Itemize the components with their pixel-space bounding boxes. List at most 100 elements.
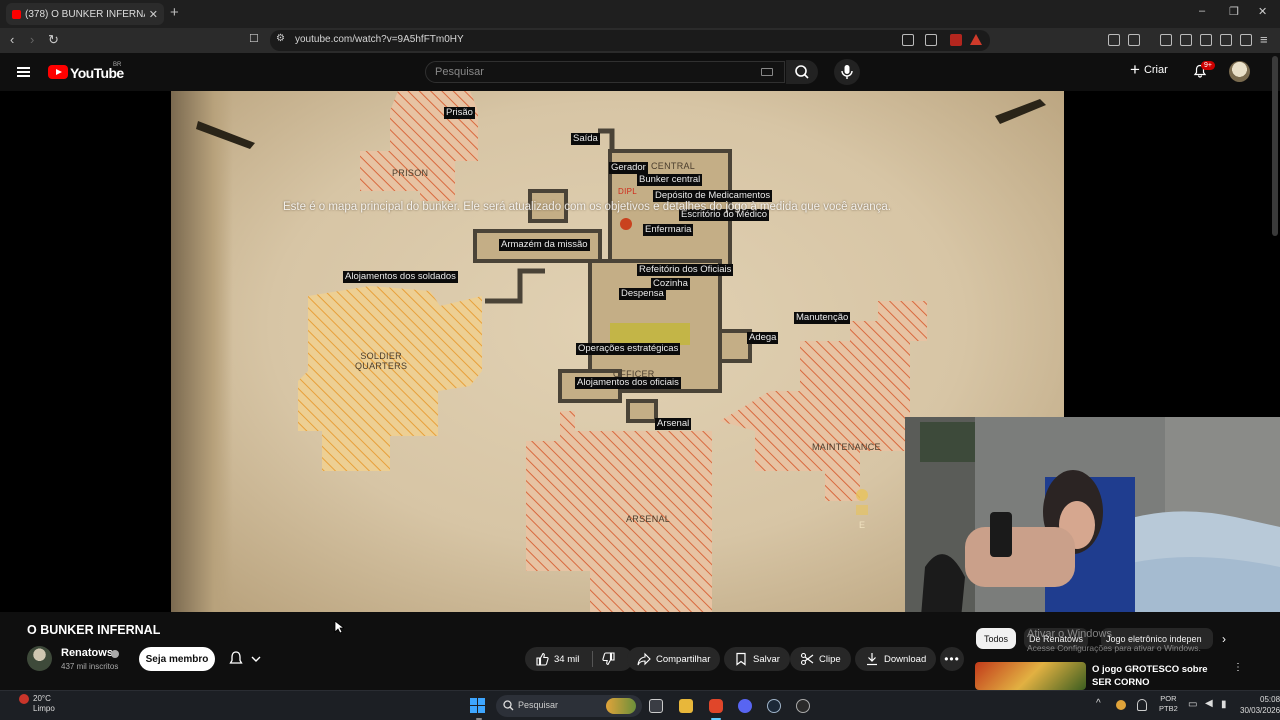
thumbs-down-icon[interactable] [602, 652, 616, 666]
map-label-armazem: Armazém da missão [499, 239, 590, 251]
file-explorer-icon[interactable] [679, 699, 693, 713]
url-text[interactable]: youtube.com/watch?v=9A5hfFTm0HY [295, 34, 464, 45]
map-label-manutencao: Manutenção [794, 312, 851, 324]
player-marker-icon [620, 218, 632, 230]
volume-icon[interactable]: ◀ [1205, 698, 1213, 709]
video-title: O BUNKER INFERNAL [27, 623, 161, 637]
clip-button[interactable]: Clipe [790, 647, 851, 671]
map-caption-prison: PRISON [392, 168, 429, 178]
window-close-icon[interactable]: ✕ [1258, 5, 1267, 18]
discord-icon[interactable] [738, 699, 752, 713]
browser-menu-icon[interactable]: ≡ [1260, 32, 1268, 47]
cast-icon[interactable] [902, 34, 914, 46]
windows-start-icon[interactable] [470, 698, 485, 713]
recommended-title[interactable]: O jogo GROTESCO sobre SER CORNO [1092, 663, 1227, 689]
wallet-icon[interactable] [1200, 34, 1212, 46]
new-tab-icon[interactable]: + [170, 4, 179, 21]
arsenal-zone [526, 411, 712, 612]
bookmark-icon[interactable]: ☐ [249, 32, 259, 45]
browser-tab[interactable]: (378) O BUNKER INFERNAL - ✕ [6, 3, 164, 25]
create-button[interactable]: + Criar [1130, 60, 1168, 79]
join-button[interactable]: Seja membro [139, 647, 215, 671]
hamburger-menu-icon[interactable] [17, 67, 30, 77]
brave-rewards-icon[interactable] [970, 34, 982, 45]
map-label-refeitorio: Refeitório dos Oficiais [637, 264, 734, 276]
language-indicator[interactable]: POR PTB2 [1159, 694, 1178, 714]
map-label-enfermaria: Enfermaria [643, 224, 694, 236]
map-caption-dipl: DIPL [618, 187, 637, 196]
youtube-header: YouTube BR Pesquisar + Criar 9+ [0, 53, 1280, 91]
download-button[interactable]: Download [855, 647, 937, 671]
page-scrollbar[interactable] [1272, 56, 1278, 236]
save-button[interactable]: Salvar [724, 647, 790, 671]
search-icon [795, 65, 809, 79]
channel-name[interactable]: Renatows [61, 647, 113, 659]
vpn-icon[interactable] [1240, 34, 1252, 46]
maximize-icon[interactable]: ❐ [1229, 5, 1239, 18]
brave-browser-icon[interactable] [709, 699, 723, 713]
windows-taskbar: 20°C Limpo Pesquisar ^ POR PTB2 ▭ ◀ ▮ 05… [0, 690, 1280, 720]
more-icon: ••• [944, 652, 960, 666]
mouse-cursor-icon [334, 620, 344, 634]
taskbar-search-icon [503, 700, 514, 711]
weather-alert-icon[interactable] [19, 694, 29, 704]
forward-icon[interactable]: › [30, 32, 34, 47]
battery-icon[interactable]: ▮ [1221, 699, 1227, 710]
task-view-icon[interactable] [649, 699, 663, 713]
share-label: Compartilhar [656, 653, 711, 665]
share-page-icon[interactable] [925, 34, 937, 46]
tray-app-icon[interactable] [1116, 700, 1126, 710]
channel-avatar[interactable] [27, 646, 52, 671]
windows-activation-subtext: Acesse Configurações para ativar o Windo… [1027, 643, 1201, 653]
chips-next-icon[interactable]: › [1222, 632, 1226, 646]
steam-icon[interactable] [767, 699, 781, 713]
tray-chevron-icon[interactable]: ^ [1096, 698, 1101, 709]
tray-mic-icon[interactable] [1137, 699, 1147, 711]
browser-tab-bar: (378) O BUNKER INFERNAL - ✕ + – ❐ ✕ [0, 0, 1280, 28]
minimize-icon[interactable]: – [1199, 5, 1205, 17]
extensions-icon[interactable] [1108, 34, 1120, 46]
download-label: Download [884, 653, 927, 665]
search-button[interactable] [786, 60, 818, 84]
screenshot-icon[interactable] [1128, 34, 1140, 46]
map-label-adega: Adega [747, 332, 779, 344]
weather-widget[interactable]: 20°C Limpo [33, 694, 55, 714]
plus-icon: + [1130, 60, 1140, 79]
recommended-thumbnail[interactable] [975, 662, 1086, 690]
like-divider [592, 651, 594, 667]
like-button[interactable]: 34 mil [525, 647, 633, 671]
taskbar-clock[interactable]: 05:08 30/03/2026 [1240, 694, 1280, 716]
language-top: POR [1160, 694, 1177, 703]
search-input[interactable]: Pesquisar [425, 61, 785, 83]
brave-shield-icon[interactable] [950, 34, 962, 46]
weather-desc: Limpo [33, 704, 55, 713]
close-tab-icon[interactable]: ✕ [149, 8, 158, 21]
map-caption-maintenance: MAINTENANCE [812, 442, 881, 452]
recommended-menu-icon[interactable]: ⋮ [1233, 662, 1243, 673]
address-bar[interactable]: ⚙ youtube.com/watch?v=9A5hfFTm0HY [270, 30, 990, 51]
site-info-icon[interactable]: ⚙ [276, 33, 285, 44]
keyboard-icon[interactable] [761, 68, 773, 76]
share-icon [637, 652, 651, 666]
obs-icon[interactable] [796, 699, 810, 713]
network-icon[interactable]: ▭ [1188, 699, 1197, 710]
more-actions-button[interactable]: ••• [940, 647, 964, 671]
user-avatar[interactable] [1229, 61, 1250, 82]
back-icon[interactable]: ‹ [10, 32, 14, 47]
video-player[interactable]: PRISON SOLDIER QUARTERS OFFICER MAINTENA… [0, 91, 1280, 612]
search-placeholder: Pesquisar [435, 66, 484, 78]
tab-title: (378) O BUNKER INFERNAL - [25, 8, 145, 20]
sidebar-toggle-icon[interactable] [1180, 34, 1192, 46]
verified-icon [111, 650, 119, 658]
map-label-gerador: Gerador [609, 162, 648, 174]
chip-all[interactable]: Todos [976, 628, 1017, 649]
youtube-logo-icon[interactable] [48, 65, 68, 79]
share-button[interactable]: Compartilhar [627, 647, 721, 671]
subscription-bell-button[interactable] [226, 650, 266, 668]
search-highlight-icon [606, 698, 636, 714]
taskbar-search[interactable]: Pesquisar [496, 695, 642, 717]
voice-search-button[interactable] [834, 59, 860, 85]
leo-icon[interactable] [1220, 34, 1232, 46]
media-icon[interactable] [1160, 34, 1172, 46]
reload-icon[interactable]: ↻ [48, 32, 59, 48]
